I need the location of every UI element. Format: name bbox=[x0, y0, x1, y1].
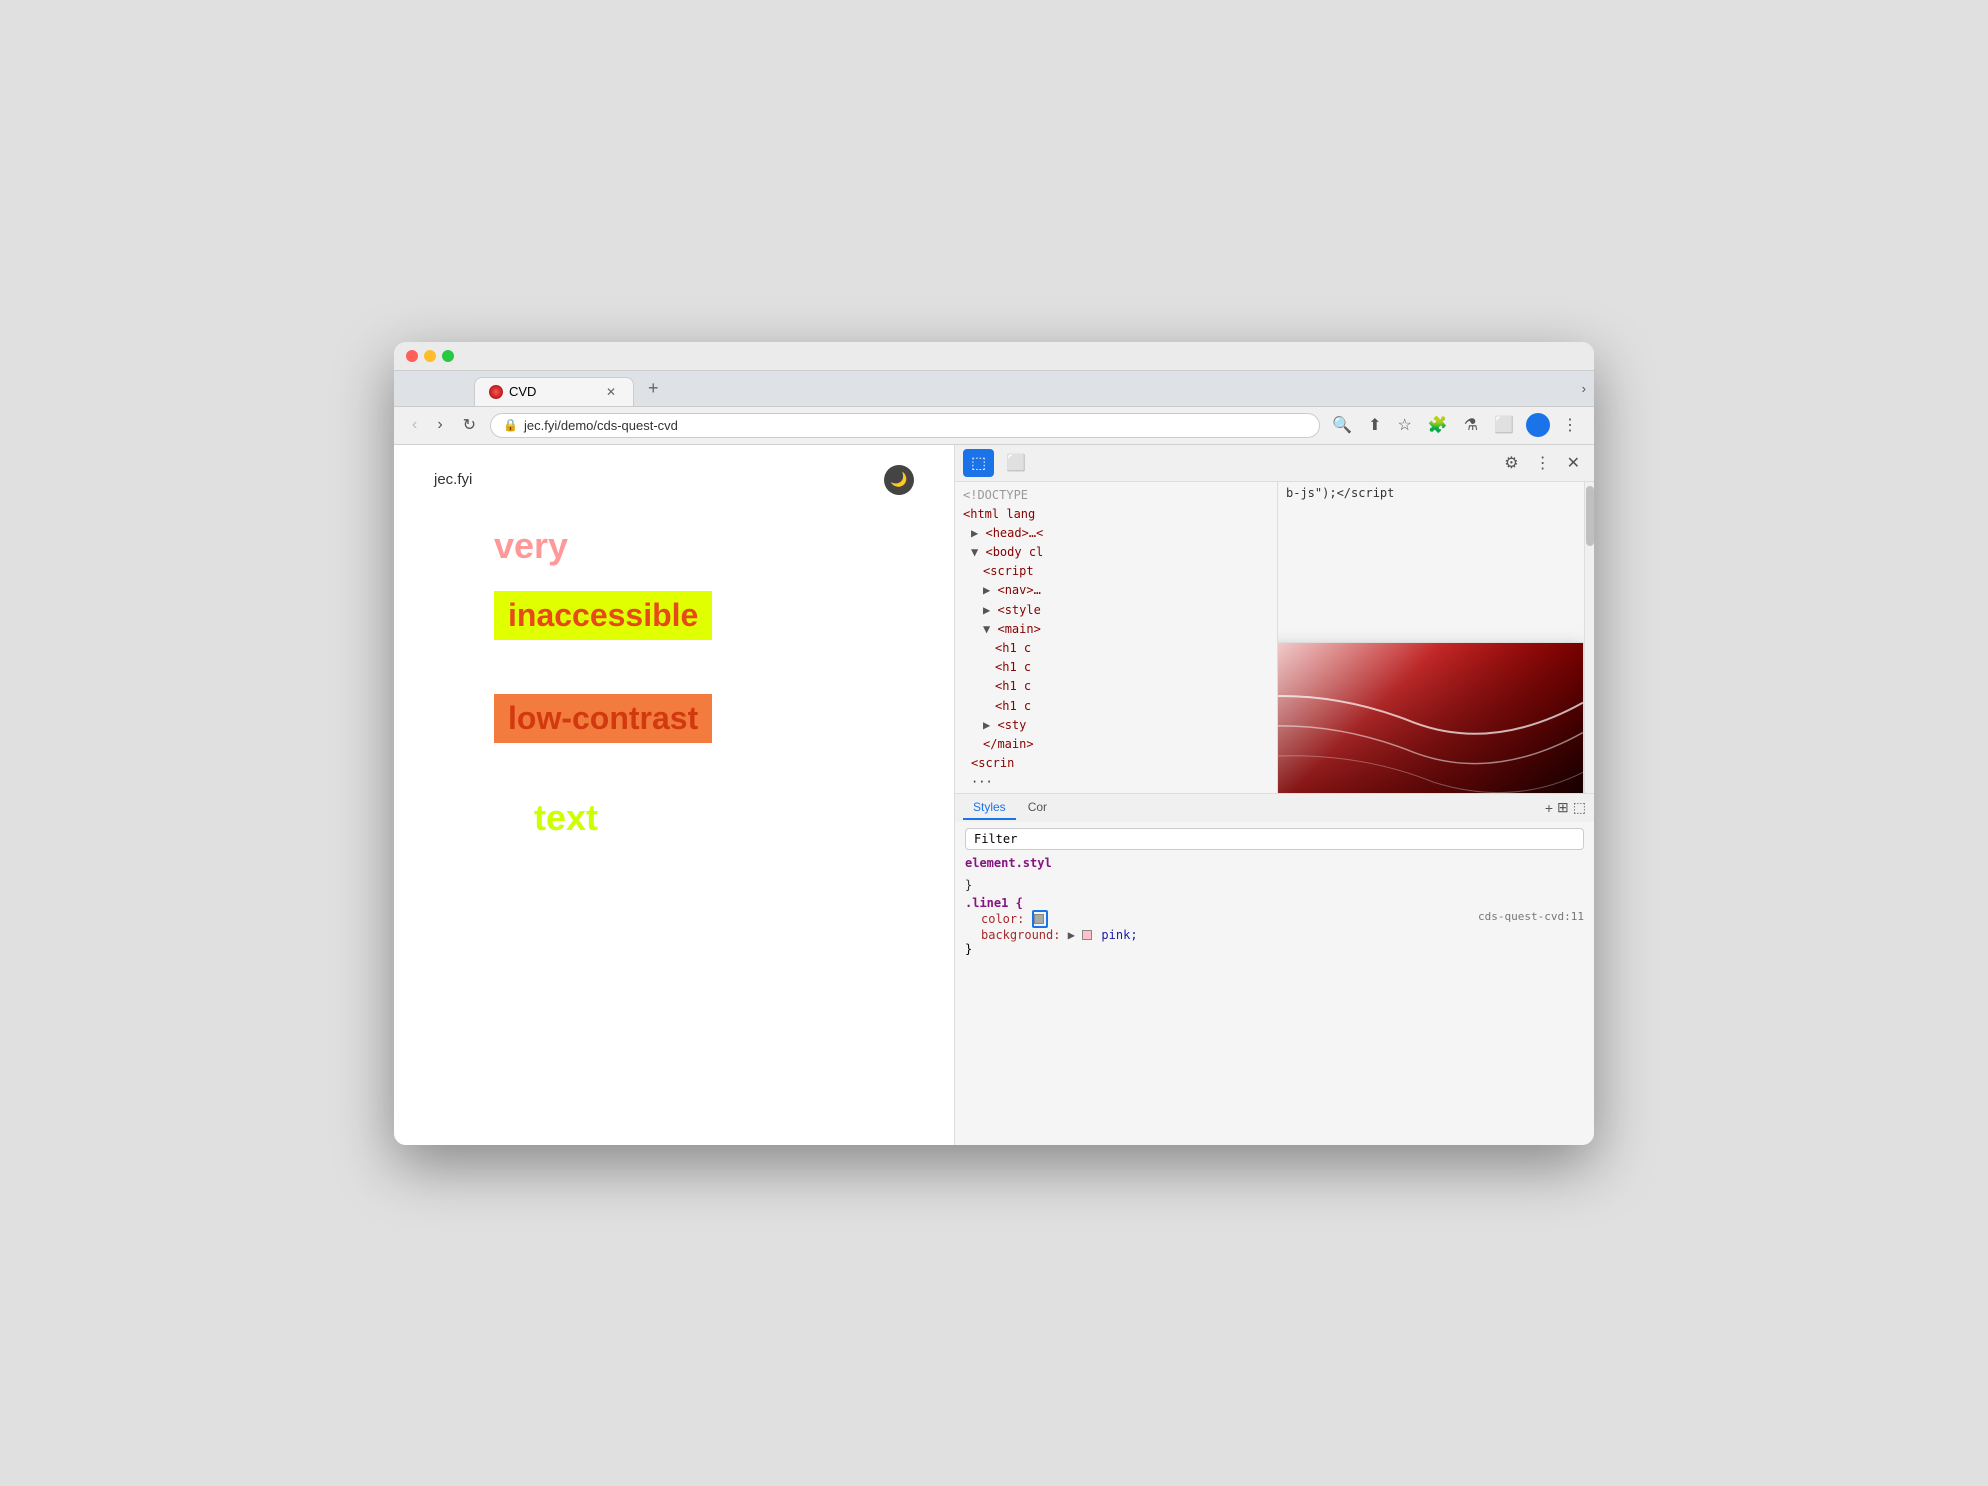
devtools-more-button[interactable]: ⋮ bbox=[1529, 449, 1557, 477]
add-style-button[interactable]: + bbox=[1545, 799, 1553, 816]
demo-text-lowcontrast: low-contrast bbox=[494, 694, 712, 743]
url-field[interactable]: 🔒 jec.fyi/demo/cds-quest-cvd bbox=[490, 413, 1320, 438]
filter-input[interactable] bbox=[1023, 832, 1575, 846]
html-tree: <!DOCTYPE <html lang ▶ <head>…< ▼ <body … bbox=[955, 482, 1278, 793]
css-closing-brace: } bbox=[965, 942, 1584, 956]
color-picker-popup: 💉 bbox=[1278, 642, 1584, 793]
toggle-sidebar-button[interactable]: ⬚ bbox=[1573, 799, 1586, 816]
close-window-button[interactable] bbox=[406, 350, 418, 362]
main-content: jec.fyi 🌙 very inaccessible low-contrast… bbox=[394, 445, 1594, 1145]
lab-button[interactable]: ⚗ bbox=[1460, 413, 1482, 437]
html-right-content: b-js");</script bbox=[1286, 486, 1394, 500]
demo-text-text: text bbox=[534, 797, 598, 838]
css-line1-selector: .line1 { bbox=[965, 896, 1023, 910]
html-nav[interactable]: ▶ <nav>… bbox=[963, 581, 1269, 600]
filter-label: Filter bbox=[974, 832, 1017, 846]
styles-panel: Filter element.styl } .line1 { color: cd… bbox=[955, 822, 1594, 1145]
filter-row: Filter bbox=[965, 828, 1584, 850]
html-main-close: </main> bbox=[963, 735, 1269, 754]
traffic-lights bbox=[406, 350, 454, 362]
title-bar bbox=[394, 342, 1594, 371]
html-element[interactable]: <html lang bbox=[963, 505, 1269, 524]
sidebar-button[interactable]: ⬜ bbox=[1490, 413, 1518, 437]
demo-text-very: very bbox=[494, 525, 568, 566]
devtools-right-content: 💉 bbox=[1278, 482, 1584, 793]
tab-bar: CVD ✕ + › bbox=[394, 371, 1594, 407]
css-color-swatch-selected[interactable] bbox=[1032, 910, 1048, 928]
css-background-prop: background: ▶ pink; bbox=[965, 928, 1584, 942]
html-h1-1[interactable]: <h1 c bbox=[963, 639, 1269, 658]
lock-icon: 🔒 bbox=[503, 418, 518, 432]
css-brace-open: } bbox=[965, 878, 1584, 892]
html-doctype: <!DOCTYPE bbox=[963, 486, 1269, 505]
minimize-window-button[interactable] bbox=[424, 350, 436, 362]
tab-close-button[interactable]: ✕ bbox=[603, 384, 619, 400]
html-right-text: b-js");</script bbox=[1278, 482, 1584, 504]
devtools-panel: ⬚ ⬜ ⚙ ⋮ ✕ <!DOCTYPE <html lang ▶ <head>…… bbox=[954, 445, 1594, 1145]
site-header: jec.fyi 🌙 bbox=[434, 465, 914, 495]
css-line1-rule: .line1 { color: cds-quest-cvd:11 backgro… bbox=[965, 896, 1584, 956]
new-stylesheet-button[interactable]: ⊞ bbox=[1557, 799, 1569, 816]
html-h1-2[interactable]: <h1 c bbox=[963, 658, 1269, 677]
tab-favicon-icon bbox=[489, 385, 503, 399]
html-dots[interactable]: ··· bbox=[963, 773, 1269, 792]
maximize-window-button[interactable] bbox=[442, 350, 454, 362]
css-element-style: element.styl bbox=[965, 856, 1584, 870]
css-pink-value: pink; bbox=[1101, 928, 1137, 942]
url-text: jec.fyi/demo/cds-quest-cvd bbox=[524, 418, 678, 433]
color-gradient-canvas[interactable] bbox=[1278, 643, 1583, 793]
site-title: jec.fyi bbox=[434, 471, 472, 488]
back-button[interactable]: ‹ bbox=[406, 414, 423, 436]
gradient-curve-svg bbox=[1278, 643, 1583, 793]
bottom-tab-actions: + ⊞ ⬚ bbox=[1545, 799, 1586, 816]
avatar-button[interactable] bbox=[1526, 413, 1550, 437]
html-body[interactable]: ▼ <body cl bbox=[963, 543, 1269, 562]
devtools-scrollbar[interactable] bbox=[1584, 482, 1594, 793]
bottom-tabs: Styles Cor + ⊞ ⬚ bbox=[955, 793, 1594, 822]
element-style-selector: element.styl bbox=[965, 856, 1052, 870]
tab-cvd[interactable]: CVD ✕ bbox=[474, 377, 634, 406]
tab-computed[interactable]: Cor bbox=[1018, 796, 1057, 820]
html-h1-3[interactable]: <h1 c bbox=[963, 677, 1269, 696]
devtools-settings-button[interactable]: ⚙ bbox=[1498, 449, 1524, 477]
color-inline-swatch[interactable] bbox=[1034, 914, 1044, 924]
html-script2[interactable]: <scrin bbox=[963, 754, 1269, 773]
new-tab-button[interactable]: + bbox=[638, 378, 669, 399]
html-head[interactable]: ▶ <head>…< bbox=[963, 524, 1269, 543]
inspect-element-button[interactable]: ⬚ bbox=[963, 449, 994, 477]
scrollbar-thumb[interactable] bbox=[1586, 486, 1594, 546]
html-style[interactable]: ▶ <style bbox=[963, 601, 1269, 620]
devtools-close-button[interactable]: ✕ bbox=[1561, 449, 1586, 477]
tab-title: CVD bbox=[509, 384, 536, 399]
bookmark-button[interactable]: ☆ bbox=[1393, 413, 1415, 437]
url-bar: ‹ › ↻ 🔒 jec.fyi/demo/cds-quest-cvd 🔍 ⬆ ☆… bbox=[394, 407, 1594, 445]
html-style2[interactable]: ▶ <sty bbox=[963, 716, 1269, 735]
html-script[interactable]: <script bbox=[963, 562, 1269, 581]
css-color-label: color: bbox=[981, 912, 1024, 926]
tab-styles[interactable]: Styles bbox=[963, 796, 1016, 820]
tab-more-button[interactable]: › bbox=[1582, 381, 1586, 396]
dark-mode-button[interactable]: 🌙 bbox=[884, 465, 914, 495]
demo-text-inaccessible: inaccessible bbox=[494, 591, 712, 640]
css-background-label: background: bbox=[981, 928, 1060, 942]
html-h1-4[interactable]: <h1 c bbox=[963, 697, 1269, 716]
css-pink-swatch[interactable] bbox=[1082, 930, 1092, 940]
extension-button[interactable]: 🧩 bbox=[1424, 413, 1452, 437]
share-button[interactable]: ⬆ bbox=[1364, 413, 1385, 437]
css-background-caret[interactable]: ▶ bbox=[1068, 928, 1075, 942]
css-source-link[interactable]: cds-quest-cvd:11 bbox=[1478, 910, 1584, 923]
html-main[interactable]: ▼ <main> bbox=[963, 620, 1269, 639]
forward-button[interactable]: › bbox=[431, 414, 448, 436]
webpage-area: jec.fyi 🌙 very inaccessible low-contrast… bbox=[394, 445, 954, 1145]
responsive-mode-button[interactable]: ⬜ bbox=[998, 449, 1034, 477]
mac-window: CVD ✕ + › ‹ › ↻ 🔒 jec.fyi/demo/cds-quest… bbox=[394, 342, 1594, 1145]
menu-button[interactable]: ⋮ bbox=[1558, 413, 1582, 437]
devtools-toolbar: ⬚ ⬜ ⚙ ⋮ ✕ bbox=[955, 445, 1594, 482]
reload-button[interactable]: ↻ bbox=[457, 413, 482, 437]
search-button[interactable]: 🔍 bbox=[1328, 413, 1356, 437]
css-color-prop: color: cds-quest-cvd:11 bbox=[965, 910, 1584, 928]
url-actions: 🔍 ⬆ ☆ 🧩 ⚗ ⬜ ⋮ bbox=[1328, 413, 1582, 437]
